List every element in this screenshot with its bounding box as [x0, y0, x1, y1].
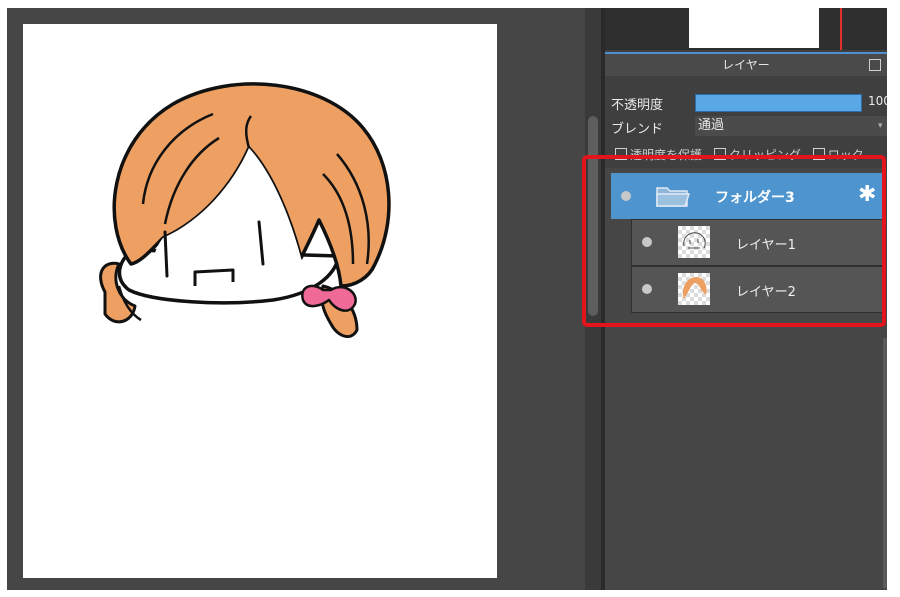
blend-label: ブレンド	[611, 122, 664, 137]
chevron-down-icon: ▾	[878, 121, 883, 131]
blend-mode-value: 通過	[698, 118, 725, 133]
drawing-canvas[interactable]	[23, 24, 497, 578]
navigator-view-frame	[840, 8, 842, 50]
blend-mode-select[interactable]: 通過 ▾	[695, 116, 887, 136]
opacity-label: 不透明度	[611, 98, 664, 113]
opacity-value: 100	[868, 94, 887, 108]
popout-icon[interactable]	[869, 59, 881, 71]
layers-panel-title: レイヤー	[722, 58, 770, 72]
opacity-slider[interactable]	[695, 94, 862, 112]
layer-list-scrollbar[interactable]	[883, 338, 887, 588]
navigator-canvas-thumb	[689, 8, 819, 48]
navigator-preview[interactable]	[605, 8, 887, 50]
character-drawing	[99, 82, 391, 339]
canvas-area[interactable]	[7, 8, 585, 590]
left-eye	[163, 230, 169, 278]
highlight-annotation	[582, 155, 886, 327]
layers-panel-header: レイヤー	[605, 52, 887, 76]
